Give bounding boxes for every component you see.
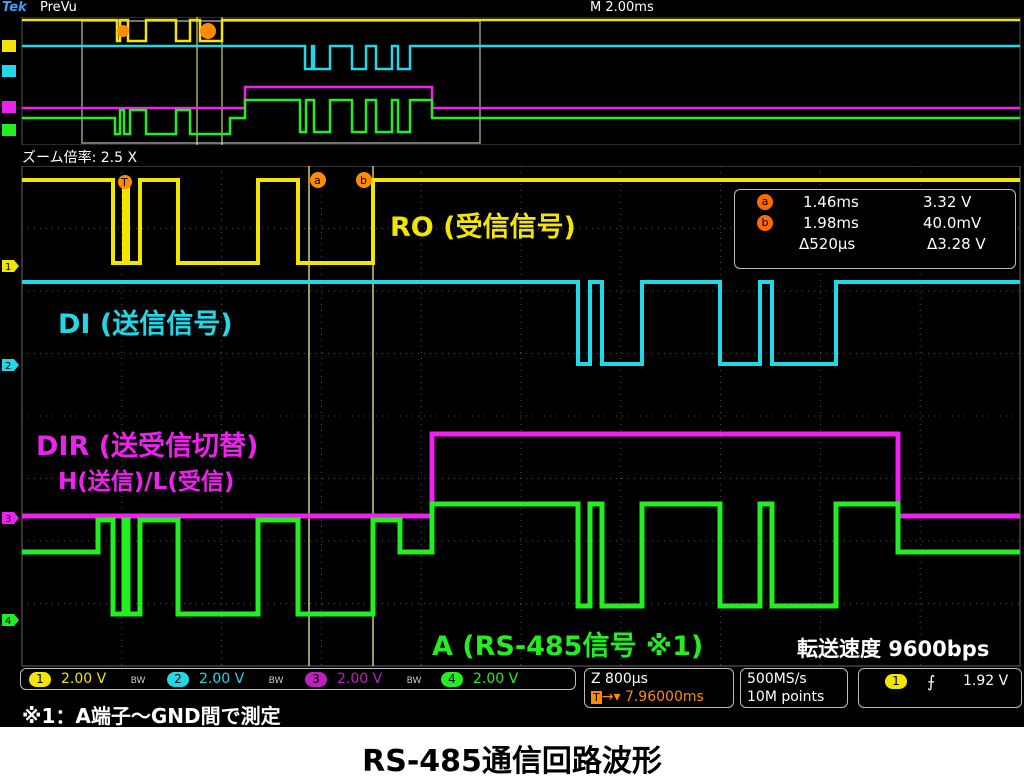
cursor-measurement-box[interactable]: a 1.46ms 3.32 V b 1.98ms 40.0mV Δ520µs Δ…: [734, 189, 1016, 269]
zoom-position-box[interactable]: Z 800µs T →▾ 7.96000ms: [584, 668, 734, 708]
delta-time: Δ520µs: [799, 235, 856, 253]
cursor-b-value: 40.0mV: [923, 214, 982, 232]
delta-value: Δ3.28 V: [927, 235, 986, 253]
figure-caption: RS-485通信回路波形: [362, 744, 662, 779]
dir-label: DIR (送受信切替): [36, 431, 259, 462]
trigger-box[interactable]: 1 ⨍ 1.92 V: [858, 668, 1022, 708]
svg-text:4: 4: [5, 616, 11, 627]
di-label: DI (送信信号): [58, 309, 233, 340]
trigger-position: T →▾ 7.96000ms: [591, 689, 704, 705]
ro-label: RO (受信信号): [390, 212, 576, 243]
svg-text:3: 3: [5, 514, 11, 525]
timebase-readout[interactable]: M 2.00ms: [590, 0, 654, 15]
zoom-factor-label: ズーム倍率: 2.5 X: [22, 150, 138, 166]
svg-text:a: a: [314, 174, 321, 187]
svg-text:1: 1: [5, 262, 11, 273]
svg-text:T: T: [120, 176, 128, 189]
ch4-scale[interactable]: 4 2.00 V: [441, 671, 518, 687]
svg-text:2: 2: [5, 361, 11, 372]
overview-cursor-ab-marker: [200, 23, 216, 39]
cursor-b-time: 1.98ms: [803, 214, 859, 232]
overview-waveform[interactable]: [0, 17, 1024, 145]
oscilloscope-screen: Tek PreVu M 2.00ms ズーム倍率: 2.5 X 1 2 3 4 …: [0, 0, 1024, 727]
trigger-level: 1.92 V: [963, 673, 1009, 689]
overview-trigger-marker: [117, 25, 129, 37]
dir-sub-label: H(送信)/L(受信): [58, 469, 235, 495]
trigger-channel: 1: [885, 674, 907, 689]
sample-rate: 500MS/s: [747, 671, 807, 687]
ch3-scale[interactable]: 3 2.00 V BW: [305, 671, 421, 687]
cursor-a-time: 1.46ms: [803, 193, 859, 211]
measurement-note: ※1：A端子～GND間で測定: [22, 704, 281, 727]
baud-rate-label: 転送速度 9600bps: [797, 637, 990, 661]
top-status-bar: Tek PreVu M 2.00ms: [0, 0, 1024, 17]
rising-edge-icon: ⨍: [927, 672, 936, 691]
zoom-time-div: Z 800µs: [591, 671, 648, 687]
overview-ch-markers: [2, 40, 16, 136]
ch2-scale[interactable]: 2 2.00 V BW: [167, 671, 283, 687]
zoom-ch-markers: 1 2 3 4: [2, 260, 19, 627]
svg-text:b: b: [360, 174, 367, 187]
mode-label: PreVu: [40, 0, 77, 15]
brand-logo: Tek: [2, 0, 27, 15]
cursor-b-badge: b: [757, 215, 773, 231]
cursor-a-badge: a: [757, 194, 773, 210]
record-length: 10M points: [747, 689, 825, 705]
acquisition-box[interactable]: 500MS/s 10M points: [740, 668, 848, 708]
ch1-scale[interactable]: 1 2.00 V BW: [29, 671, 145, 687]
channel-scale-bar[interactable]: 1 2.00 V BW 2 2.00 V BW 3 2.00 V BW 4 2.00 V: [20, 668, 576, 690]
cursor-a-value: 3.32 V: [923, 193, 972, 211]
a-label: A (RS-485信号 ※1): [432, 631, 704, 662]
trigger-pos-icon: T: [591, 691, 602, 704]
